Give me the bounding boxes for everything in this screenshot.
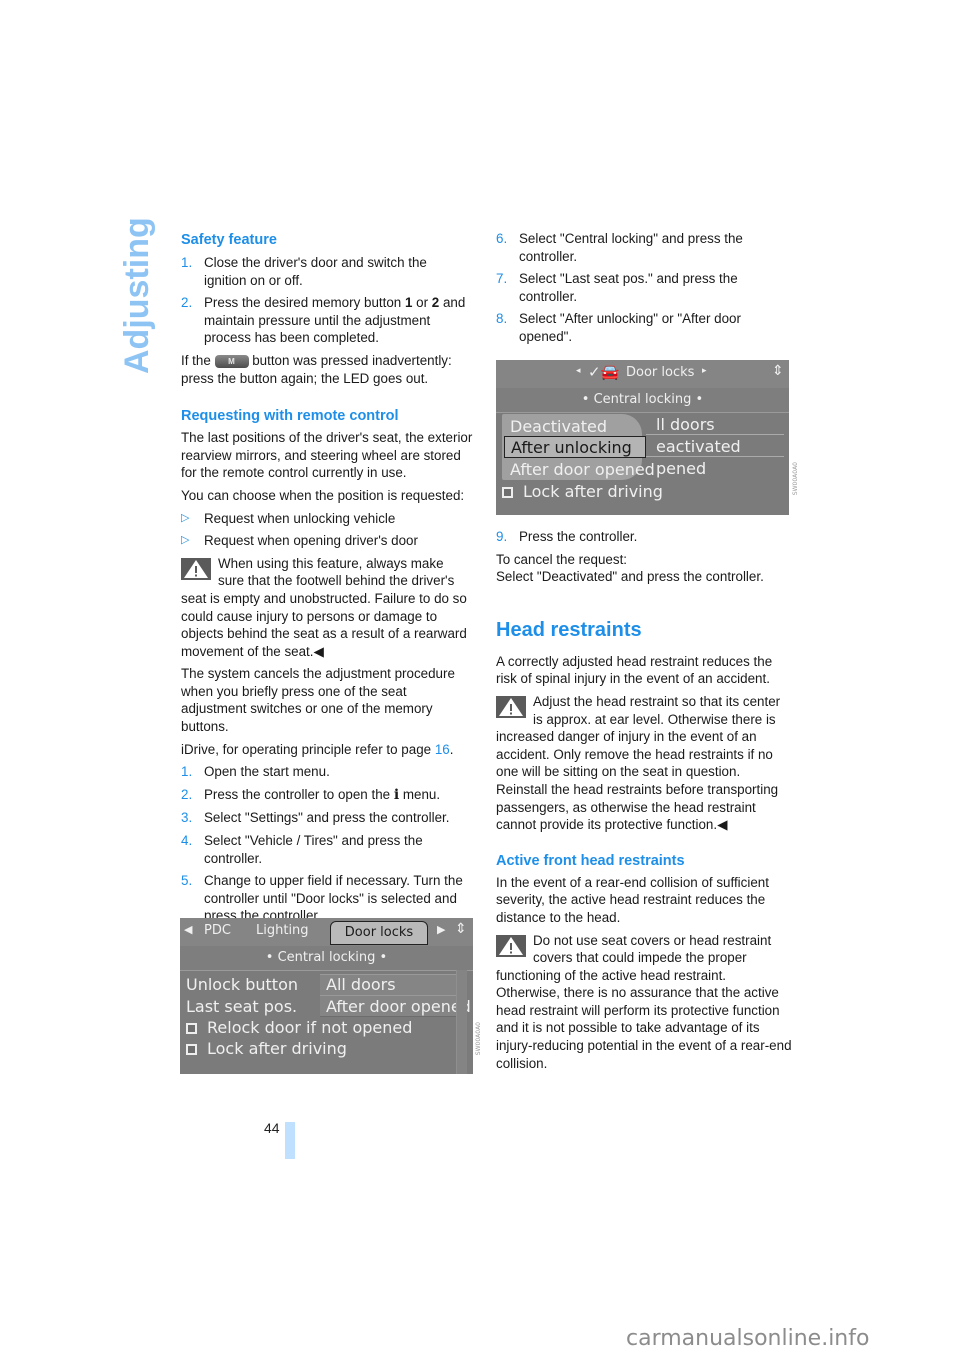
screen-sub-title: • Central locking • [180, 946, 473, 971]
checkbox-item: Lock after driving [186, 1039, 347, 1058]
end-mark-icon: ◀ [313, 643, 324, 659]
arrow-right-icon: ▶ [437, 923, 446, 936]
triangle-bullet-icon: ▷ [181, 534, 190, 547]
screen-tab-bar: ◀ PDC Lighting Door locks ▶ ⇕ [180, 918, 473, 947]
right-column-top: 6. Select "Central locking" and press th… [496, 230, 792, 351]
info-dial-icon: ⇕ [455, 921, 467, 937]
heading-active-head-restraints: Active front head restraints [496, 852, 685, 869]
watermark: carmanualsonline.info [626, 1326, 870, 1351]
option-after-door-opened: After door opened [510, 460, 655, 479]
list-item: 9. Press the controller. [496, 529, 638, 544]
list-item: 6. Select "Central locking" and press th… [496, 231, 743, 264]
arrow-left-icon: ◀ [184, 923, 193, 936]
row-label: Last seat pos. [186, 997, 298, 1016]
warning-block: Adjust the head restraint so that its ce… [496, 693, 781, 833]
list-item: 3. Select "Settings" and press the contr… [181, 810, 450, 826]
idrive-reference: iDrive, for operating principle refer to… [181, 741, 454, 757]
row-value: ll doors [656, 415, 715, 434]
paragraph: You can choose when the position is requ… [181, 487, 465, 503]
list-item: 2. Press the desired memory button 1 or … [181, 295, 466, 346]
paragraph: Select "Deactivated" and press the contr… [496, 569, 764, 585]
checkbox-item: Relock door if not opened [186, 1018, 412, 1037]
right-column-bottom: 9. Press the controller. To cancel the r… [496, 528, 792, 1077]
list-item: 1. Open the start menu. [181, 764, 330, 780]
info-dial-icon: ⇕ [772, 363, 784, 379]
row-label: Unlock button [186, 975, 299, 994]
checkbox-item: Lock after driving [502, 482, 663, 501]
image-code: SW00A0A0 [475, 1022, 482, 1056]
section-side-title: Adjusting [118, 217, 158, 378]
image-code: SW00A0A0 [792, 462, 799, 496]
warning-icon [181, 557, 211, 580]
page-marker-bar [285, 1122, 295, 1159]
arrow-right-icon: ▸ [702, 366, 707, 376]
warning-block: Do not use seat covers or head restraint… [496, 932, 792, 1071]
side-title-text: Adjusting [118, 217, 156, 374]
triangle-bullet-icon: ▷ [181, 511, 190, 524]
heading-safety-feature: Safety feature [181, 232, 277, 248]
screen-sub-title: • Central locking • [496, 388, 789, 413]
bullet-item: ▷ Request when opening driver's door [181, 533, 418, 549]
tab-door-locks: Door locks [330, 921, 428, 945]
arrow-left-icon: ◂ [576, 366, 581, 376]
paragraph: The system cancels the adjustment proced… [181, 666, 455, 735]
tab-lighting: Lighting [256, 923, 309, 938]
page-number: 44 [264, 1120, 280, 1136]
left-column: Safety feature 1. Close the driver's doo… [181, 230, 473, 930]
list-item: 8. Select "After unlocking" or "After do… [496, 311, 741, 344]
warning-block: When using this feature, always make sur… [181, 555, 467, 659]
warning-icon [496, 695, 526, 718]
list-item: 4. Select "Vehicle / Tires" and press th… [181, 833, 423, 866]
row-value: All doors [326, 975, 396, 994]
idrive-screen-last-seat-pos: ◂ ✓🚘 Door locks ▸ ⇕ • Central locking • … [496, 360, 789, 515]
row-value: After door opened [326, 997, 471, 1016]
checkbox-icon [186, 1023, 197, 1034]
heading-head-restraints: Head restraints [496, 618, 642, 641]
checkbox-icon [502, 487, 513, 498]
tab-pdc: PDC [204, 923, 231, 938]
option-deactivated: Deactivated [510, 417, 608, 436]
warning-icon [496, 934, 526, 957]
door-lock-car-icon: ✓🚘 [588, 363, 620, 381]
paragraph: In the event of a rear-end collision of … [496, 874, 769, 925]
heading-remote-control: Requesting with remote control [181, 408, 399, 425]
list-item: 2. Press the controller to open the i me… [181, 786, 441, 803]
screen-title: Door locks [626, 365, 695, 380]
page-link[interactable]: 16 [435, 742, 450, 757]
memory-button-icon: M [214, 354, 249, 368]
idrive-screen-door-locks: ◀ PDC Lighting Door locks ▶ ⇕ • Central … [180, 918, 473, 1074]
checkbox-icon [186, 1044, 197, 1055]
bullet-item: ▷ Request when unlocking vehicle [181, 510, 396, 526]
option-popup: Deactivated After unlocking After door o… [502, 414, 655, 480]
end-mark-icon: ◀ [717, 817, 728, 833]
list-item: 1. Close the driver's door and switch th… [181, 255, 427, 288]
row-value: pened [656, 459, 707, 478]
memory-button-note: If the M button was pressed inadvertentl… [181, 352, 452, 386]
paragraph: The last positions of the driver's seat,… [181, 430, 473, 481]
list-item: 7. Select "Last seat pos." and press the… [496, 271, 738, 304]
option-after-unlocking-selected: After unlocking [504, 436, 646, 458]
paragraph: A correctly adjusted head restraint redu… [496, 653, 773, 687]
row-value: eactivated [656, 437, 741, 456]
paragraph: To cancel the request: [496, 551, 628, 567]
screen-title-bar: ◂ ✓🚘 Door locks ▸ ⇕ [496, 360, 789, 389]
screen-scrollbar [456, 970, 467, 1074]
